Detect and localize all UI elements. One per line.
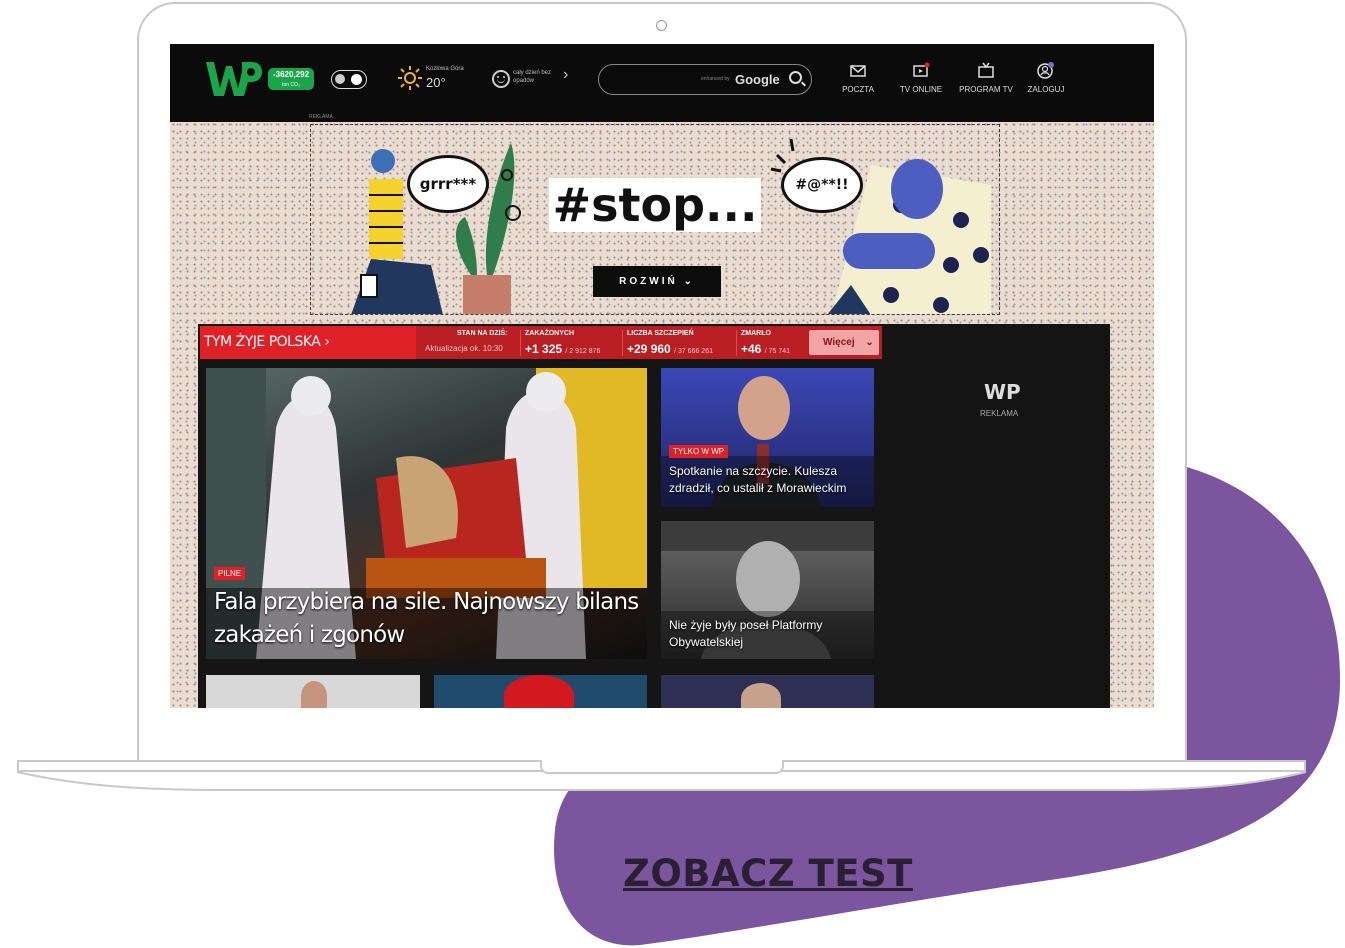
story-tile-4-image	[504, 675, 574, 708]
story-tile-5[interactable]	[661, 675, 874, 708]
speech-bubble-left: grrr***	[407, 155, 489, 213]
story-tile-2[interactable]: Nie żyje były poseł Platformy Obywatelsk…	[661, 521, 874, 659]
infected-value: +1 325 / 2 912 876	[525, 342, 600, 356]
search-input[interactable]: enhanced by Google	[598, 64, 812, 95]
co2-unit: ton CO₂	[282, 82, 300, 88]
mail-icon	[850, 65, 866, 77]
nav-tv-online-label: TV ONLINE	[899, 85, 943, 94]
covid-status-heading: STAN NA DZIŚ:	[457, 330, 508, 337]
see-test-link[interactable]: ZOBACZ TEST	[623, 852, 913, 895]
sun-weather-icon	[398, 66, 422, 90]
page: -3620,292 ton CO₂ Kozłowa Góra 20° cały …	[0, 0, 1345, 948]
story-tile-3[interactable]	[206, 675, 420, 708]
main-content: TYM ŻYJE POLSKA › STAN NA DZIŚ: Aktualiz…	[198, 324, 1110, 708]
story-tile-3-image	[301, 681, 327, 708]
chevron-right-icon[interactable]: ›	[563, 66, 568, 84]
deaths-daily: +46	[741, 342, 762, 356]
sun-icon	[351, 74, 362, 85]
search-powered-label: enhanced by	[701, 76, 730, 82]
nav-login-label: ZALOGUJ	[1027, 85, 1065, 94]
nav-mail[interactable]: POCZTA	[828, 62, 888, 94]
forecast-text: cały dzień bez opadów	[513, 70, 552, 84]
nav-program-tv-label: PROGRAM TV	[959, 85, 1013, 94]
ad-headline: #stop...	[549, 178, 761, 232]
infected-total: / 2 912 876	[565, 348, 601, 355]
deaths-heading: ZMARŁO	[741, 330, 771, 337]
covid-title: TYM ŻYJE POLSKA	[204, 334, 321, 350]
tv-play-icon	[913, 62, 930, 77]
user-icon	[1037, 62, 1054, 79]
nav-program-tv[interactable]: PROGRAM TV	[956, 62, 1016, 94]
infected-daily: +1 325	[525, 342, 563, 356]
urgent-badge: PILNE	[214, 567, 246, 580]
chevron-down-icon: ⌄	[683, 276, 695, 287]
weather-location[interactable]: Kozłowa Góra	[426, 66, 464, 72]
infected-heading: ZAKAŻONYCH	[525, 330, 574, 337]
dark-mode-toggle[interactable]	[331, 70, 367, 89]
camera-icon	[656, 20, 667, 31]
more-button[interactable]: Więcej ⌄	[809, 330, 879, 355]
covid-title-link[interactable]: TYM ŻYJE POLSKA ›	[200, 326, 416, 359]
co2-value: -3620,292	[272, 70, 310, 79]
covid-status-updated: Aktualizacja ok. 10:30	[425, 344, 503, 353]
co2-badge[interactable]: -3620,292 ton CO₂	[268, 68, 314, 90]
chevron-down-icon: ⌄	[865, 337, 874, 348]
story-tile-4[interactable]	[434, 675, 647, 708]
covid-bar: TYM ŻYJE POLSKA › STAN NA DZIŚ: Aktualiz…	[200, 326, 882, 359]
story-tile-5-image	[741, 683, 781, 708]
smile-icon	[492, 70, 510, 88]
nav-mail-label: POCZTA	[842, 85, 874, 94]
vaccinations-total: / 37 666 261	[674, 348, 713, 355]
top-bar: -3620,292 ton CO₂ Kozłowa Góra 20° cały …	[170, 44, 1154, 122]
vaccinations-heading: LICZBA SZCZEPIEŃ	[627, 330, 694, 337]
deaths-total: / 75 741	[764, 348, 791, 355]
google-logo: Google	[735, 72, 780, 87]
ad-label: REKLAMA	[309, 114, 333, 120]
story-tile-1[interactable]: TYLKO W WP Spotkanie na szczycie. Kulesz…	[661, 368, 874, 507]
divider	[622, 330, 623, 356]
weather-temp: 20°	[426, 75, 446, 90]
side-ad-label: REKLAMA	[980, 409, 1019, 418]
side-ad[interactable]: WP REKLAMA	[890, 324, 1110, 708]
more-label: Więcej	[823, 337, 855, 348]
ad-banner[interactable]: grrr*** #@**!! #stop... ROZWIŃ ⌄	[310, 124, 1000, 315]
browser-screen: -3620,292 ton CO₂ Kozłowa Góra 20° cały …	[170, 44, 1154, 708]
speech-bubble-right: #@**!!	[781, 157, 863, 213]
expand-ad-button[interactable]: ROZWIŃ ⌄	[593, 266, 721, 297]
story-tile-2-headline: Nie żyje były poseł Platformy Obywatelsk…	[669, 618, 823, 649]
wp-logo[interactable]	[204, 58, 262, 100]
main-story-tile[interactable]: PILNE Fala przybiera na sile. Najnowszy …	[206, 368, 647, 659]
expand-ad-label: ROZWIŃ	[619, 276, 678, 287]
laptop-notch	[540, 760, 784, 774]
toggle-knob	[335, 74, 345, 84]
exclusive-badge: TYLKO W WP	[669, 445, 729, 458]
search-icon[interactable]	[789, 71, 802, 84]
vaccinations-daily: +29 960	[627, 342, 671, 356]
side-ad-logo: WP	[984, 380, 1021, 404]
nav-login[interactable]: ZALOGUJ	[1016, 62, 1076, 94]
divider	[520, 330, 521, 356]
nav-tv-online[interactable]: TV ONLINE	[891, 62, 951, 94]
deaths-value: +46 / 75 741	[741, 342, 790, 356]
main-story-headline: Fala przybiera na sile. Najnowszy bilans…	[214, 589, 639, 648]
divider	[736, 330, 737, 356]
vaccinations-value: +29 960 / 37 666 261	[627, 342, 713, 356]
tv-icon	[978, 62, 994, 78]
story-tile-1-headline: Spotkanie na szczycie. Kulesza zdradził,…	[669, 464, 847, 495]
